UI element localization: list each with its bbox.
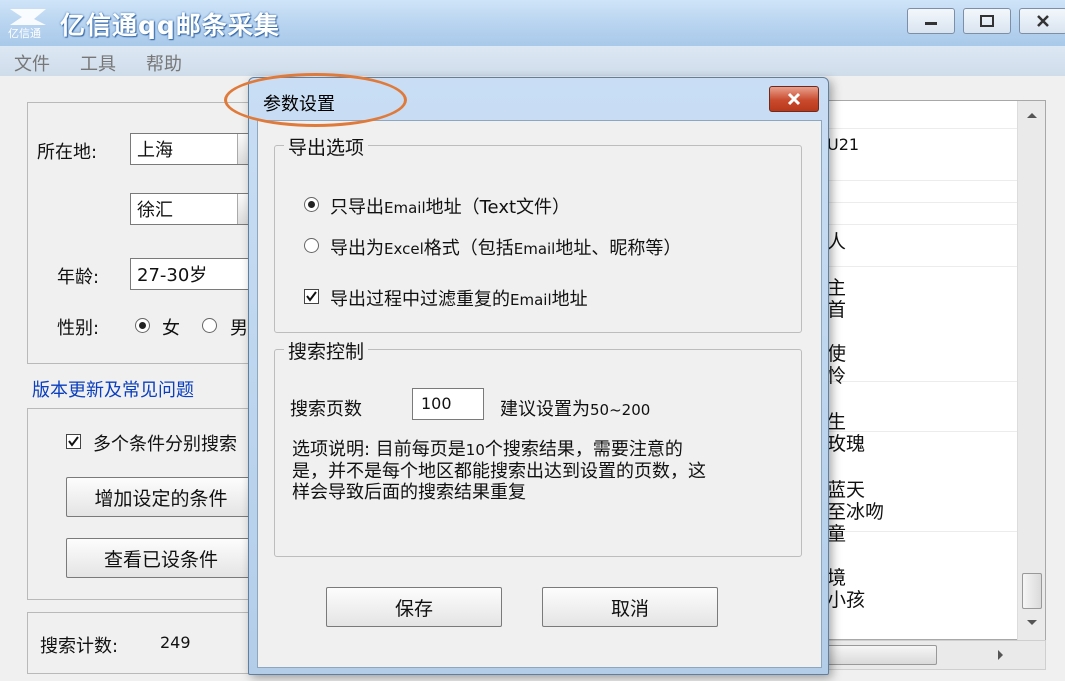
gender-female-label: 女: [162, 318, 180, 339]
title-bar: 亿信通 亿信通qq邮条采集: [0, 0, 1065, 46]
menu-tools[interactable]: 工具: [80, 50, 116, 76]
dialog-close-button[interactable]: [769, 86, 819, 112]
age-select[interactable]: 27-30岁: [130, 258, 260, 290]
city-value: 上海: [137, 140, 173, 161]
list-divider: [821, 128, 1021, 129]
result-list[interactable]: U21 人 主 首 使 怜 生 玫瑰 蓝天 至冰吻 童 境 小孩: [820, 100, 1046, 640]
app-logo-icon: 亿信通: [8, 9, 46, 39]
scroll-down-icon[interactable]: [1018, 613, 1046, 633]
list-item[interactable]: 小孩: [827, 585, 865, 612]
list-divider: [821, 224, 1021, 225]
options-note: 选项说明: 目前每页是10个搜索结果，需要注意的 是，并不是每个地区都能搜索出达…: [292, 439, 706, 503]
pages-input[interactable]: 100: [412, 388, 484, 420]
close-icon: [787, 92, 801, 106]
menu-help[interactable]: 帮助: [146, 50, 182, 76]
list-item[interactable]: 人: [827, 227, 846, 254]
settings-dialog: 参数设置 导出选项 只导出Email地址（Text文件） 导出为Excel格式（…: [248, 77, 829, 675]
maximize-button[interactable]: [963, 8, 1011, 34]
filter-duplicates-checkbox[interactable]: [304, 289, 319, 304]
district-value: 徐汇: [137, 200, 173, 221]
update-faq-link[interactable]: 版本更新及常见问题: [32, 376, 194, 402]
search-control-legend: 搜索控制: [284, 337, 369, 364]
scroll-thumb[interactable]: [1022, 573, 1042, 609]
district-select[interactable]: 徐汇: [130, 193, 260, 225]
list-divider: [821, 381, 1021, 382]
city-select[interactable]: 上海: [130, 133, 260, 165]
minimize-button[interactable]: [907, 8, 955, 34]
save-button[interactable]: 保存: [326, 587, 502, 627]
vertical-scrollbar[interactable]: [1017, 101, 1045, 640]
checkmark-icon: [68, 436, 79, 447]
app-title: 亿信通qq邮条采集: [60, 11, 280, 40]
multi-condition-checkbox[interactable]: [66, 434, 81, 449]
export-email-only-radio[interactable]: [304, 197, 319, 212]
list-item[interactable]: U21: [827, 135, 859, 154]
search-count-value: 249: [160, 633, 191, 652]
menu-file[interactable]: 文件: [14, 50, 50, 76]
dialog-title: 参数设置: [263, 94, 335, 115]
cancel-button[interactable]: 取消: [542, 587, 718, 627]
location-label: 所在地:: [37, 142, 98, 163]
list-divider: [821, 202, 1021, 203]
multi-condition-label: 多个条件分别搜索: [93, 434, 237, 455]
gender-female-radio[interactable]: [135, 318, 150, 333]
maximize-icon: [964, 9, 1010, 33]
minimize-icon: [908, 9, 954, 33]
list-divider: [821, 266, 1021, 267]
export-excel-label: 导出为Excel格式（包括Email地址、昵称等）: [330, 238, 682, 259]
list-divider: [821, 531, 1021, 532]
scroll-up-icon[interactable]: [1018, 105, 1046, 125]
pages-label: 搜索页数: [290, 399, 362, 420]
list-item[interactable]: 怜: [827, 361, 846, 388]
list-divider: [821, 180, 1021, 181]
svg-text:亿信通: 亿信通: [8, 27, 41, 39]
export-excel-radio[interactable]: [304, 238, 319, 253]
gender-male-label: 男: [230, 318, 248, 339]
export-email-only-label: 只导出Email地址（Text文件）: [330, 197, 571, 218]
filter-duplicates-label: 导出过程中过滤重复的Email地址: [330, 289, 588, 310]
gender-male-radio[interactable]: [202, 318, 217, 333]
age-label: 年龄:: [57, 267, 100, 288]
close-icon: [1020, 9, 1065, 33]
export-options-legend: 导出选项: [284, 133, 369, 160]
hscroll-thumb[interactable]: [825, 645, 937, 665]
search-count-label: 搜索计数:: [40, 636, 119, 657]
list-item[interactable]: 童: [827, 519, 846, 546]
dialog-body: 导出选项 只导出Email地址（Text文件） 导出为Excel格式（包括Ema…: [257, 120, 822, 668]
age-value: 27-30岁: [137, 265, 208, 286]
checkmark-icon: [306, 291, 317, 302]
list-item[interactable]: 首: [827, 295, 846, 322]
pages-hint: 建议设置为50~200: [500, 399, 651, 420]
menu-bar: 文件 工具 帮助: [0, 46, 1065, 76]
add-condition-button[interactable]: 增加设定的条件: [66, 477, 256, 517]
scroll-right-icon[interactable]: [991, 641, 1011, 669]
view-conditions-button[interactable]: 查看已设条件: [66, 538, 256, 578]
horizontal-scrollbar[interactable]: [820, 640, 1046, 670]
list-item[interactable]: 玫瑰: [827, 429, 865, 456]
close-button[interactable]: [1019, 8, 1065, 34]
gender-label: 性别:: [57, 318, 100, 339]
